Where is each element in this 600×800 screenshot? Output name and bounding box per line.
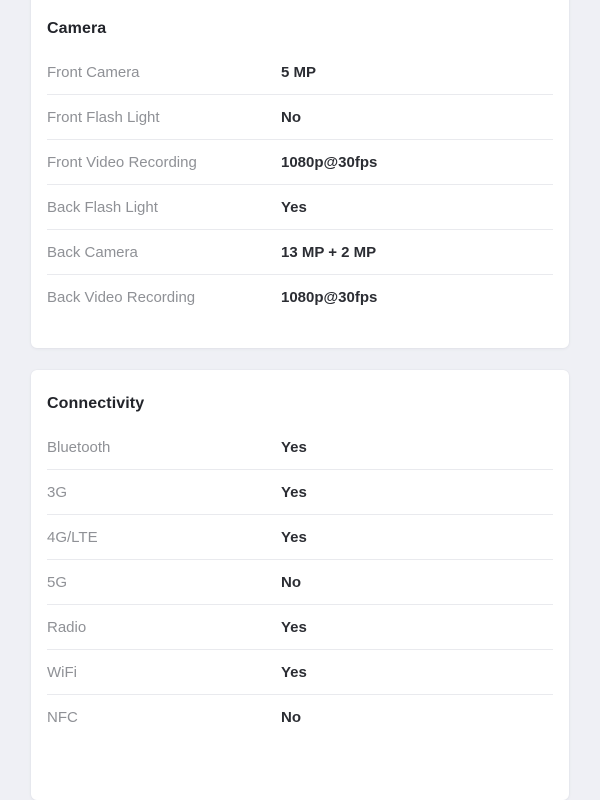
spec-list-connectivity: Bluetooth Yes 3G Yes 4G/LTE Yes 5G No Ra… xyxy=(47,425,553,740)
table-row: WiFi Yes xyxy=(47,650,553,695)
spec-card-camera-inner: Camera Front Camera 5 MP Front Flash Lig… xyxy=(31,0,569,320)
spec-label: Front Video Recording xyxy=(47,153,197,171)
spec-label: 5G xyxy=(47,573,68,591)
table-row: 4G/LTE Yes xyxy=(47,515,553,560)
section-title-connectivity: Connectivity xyxy=(47,395,145,412)
table-row: 5G No xyxy=(47,560,553,605)
spec-label: 4G/LTE xyxy=(47,528,98,546)
spec-value: Yes xyxy=(281,198,307,216)
table-row: Front Video Recording 1080p@30fps xyxy=(47,140,553,185)
spec-value: 1080p@30fps xyxy=(281,153,378,171)
table-row: NFC No xyxy=(47,695,553,740)
spec-label: Front Flash Light xyxy=(47,108,160,126)
spec-value: No xyxy=(281,573,301,591)
spec-value: 5 MP xyxy=(281,63,317,81)
table-row: Front Flash Light No xyxy=(47,95,553,140)
spec-value: No xyxy=(281,709,301,726)
spec-value: 1080p@30fps xyxy=(281,289,378,306)
spec-label: WiFi xyxy=(47,663,77,681)
spec-card-camera: Camera Front Camera 5 MP Front Flash Lig… xyxy=(31,0,569,348)
table-row: Front Camera 5 MP xyxy=(47,50,553,95)
spec-value: No xyxy=(281,108,301,126)
spec-card-connectivity-inner: Connectivity Bluetooth Yes 3G Yes 4G/LTE… xyxy=(31,370,569,740)
spec-list-camera: Front Camera 5 MP Front Flash Light No F… xyxy=(47,50,553,320)
spec-label: NFC xyxy=(47,709,78,726)
spec-value: Yes xyxy=(281,438,307,456)
spec-sheet-page: Camera Front Camera 5 MP Front Flash Lig… xyxy=(0,0,600,800)
spec-label: Back Video Recording xyxy=(47,289,196,306)
spec-label: Radio xyxy=(47,618,87,636)
section-title-camera: Camera xyxy=(47,20,107,37)
spec-label: 3G xyxy=(47,483,68,501)
spec-value: Yes xyxy=(281,618,307,636)
table-row: Back Camera 13 MP + 2 MP xyxy=(47,230,553,275)
spec-card-connectivity: Connectivity Bluetooth Yes 3G Yes 4G/LTE… xyxy=(31,370,569,800)
table-row: 3G Yes xyxy=(47,470,553,515)
spec-value: Yes xyxy=(281,528,307,546)
spec-label: Front Camera xyxy=(47,63,140,81)
table-row: Back Flash Light Yes xyxy=(47,185,553,230)
spec-value: Yes xyxy=(281,663,307,681)
spec-value: Yes xyxy=(281,483,307,501)
table-row: Radio Yes xyxy=(47,605,553,650)
table-row: Back Video Recording 1080p@30fps xyxy=(47,275,553,320)
spec-label: Back Flash Light xyxy=(47,198,158,216)
spec-label: Bluetooth xyxy=(47,438,111,456)
table-row: Bluetooth Yes xyxy=(47,425,553,470)
spec-label: Back Camera xyxy=(47,243,138,261)
spec-value: 13 MP + 2 MP xyxy=(281,243,377,261)
